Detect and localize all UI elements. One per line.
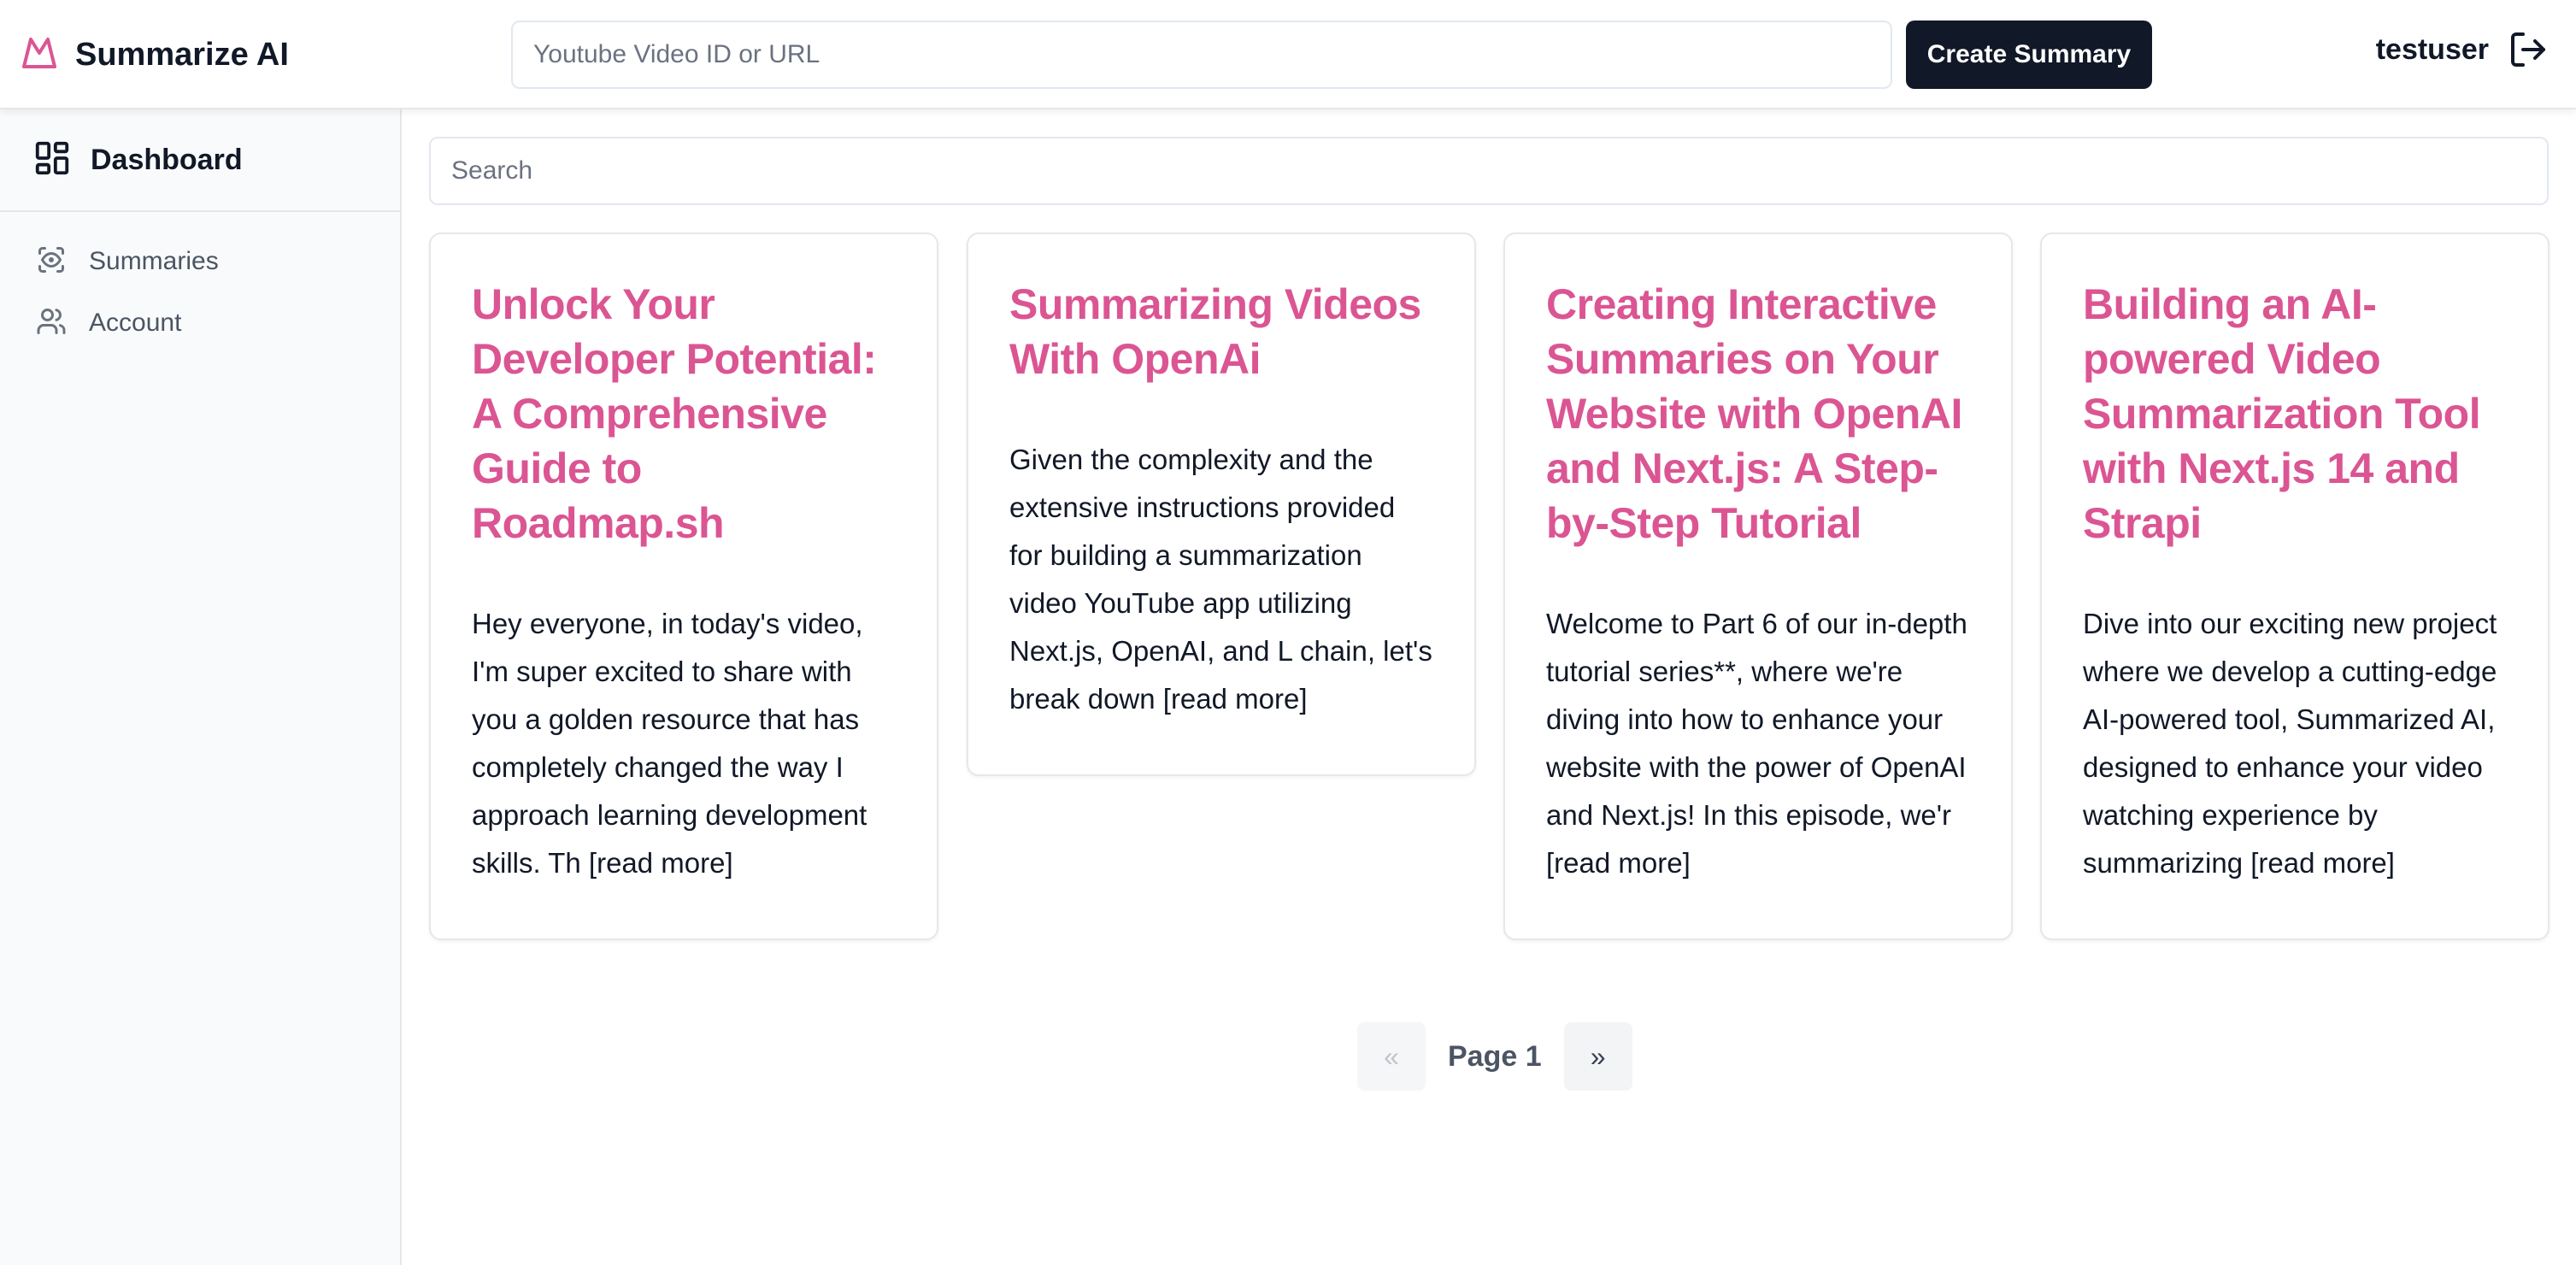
create-summary-button[interactable]: Create Summary <box>1906 21 2152 89</box>
username: testuser <box>2375 32 2489 66</box>
previous-page-button[interactable]: « <box>1357 1022 1426 1091</box>
eye-icon <box>36 244 67 279</box>
summary-card-description: Hey everyone, in today's video, I'm supe… <box>472 608 867 879</box>
summary-card-title: Building an AI-powered Video Summarizati… <box>2083 280 2481 547</box>
sidebar-item-label: Account <box>89 309 182 337</box>
sidebar-dashboard-link[interactable]: Dashboard <box>0 109 400 212</box>
summary-card-title: Summarizing Videos With OpenAi <box>1009 280 1421 383</box>
top-header: Summarize AI Create Summary testuser <box>0 0 2576 109</box>
mountain-logo-icon <box>19 32 60 78</box>
summary-card-title: Unlock Your Developer Potential: A Compr… <box>472 280 877 547</box>
brand-logo-link[interactable]: Summarize AI <box>19 31 289 79</box>
summary-card[interactable]: Creating Interactive Summaries on Your W… <box>1503 232 2013 940</box>
summary-card[interactable]: Building an AI-powered Video Summarizati… <box>2040 232 2550 940</box>
logout-icon[interactable] <box>2506 27 2550 72</box>
summary-card-title: Creating Interactive Summaries on Your W… <box>1546 280 1962 547</box>
sidebar-item-account[interactable]: Account <box>0 292 400 354</box>
summary-card-description: Given the complexity and the extensive i… <box>1009 444 1432 715</box>
youtube-url-input[interactable] <box>511 21 1892 89</box>
sidebar: Dashboard Summaries Account <box>0 109 402 1265</box>
page-indicator: Page 1 <box>1448 1039 1542 1073</box>
summary-card[interactable]: Unlock Your Developer Potential: A Compr… <box>429 232 938 940</box>
users-icon <box>36 306 67 341</box>
pagination: « Page 1 » <box>1357 1022 1632 1091</box>
summary-card-description: Welcome to Part 6 of our in-depth tutori… <box>1546 608 1967 879</box>
brand-name: Summarize AI <box>75 36 289 73</box>
summary-search-input[interactable] <box>429 137 2549 205</box>
sidebar-title: Dashboard <box>91 143 243 176</box>
summary-card-description: Dive into our exciting new project where… <box>2083 608 2497 879</box>
next-page-button[interactable]: » <box>1563 1022 1632 1091</box>
sidebar-item-label: Summaries <box>89 247 219 275</box>
sidebar-nav: Summaries Account <box>0 212 400 354</box>
user-menu: testuser <box>2376 26 2550 74</box>
layout-dashboard-icon <box>32 138 72 182</box>
summary-card[interactable]: Summarizing Videos With OpenAi Given the… <box>967 232 1476 776</box>
sidebar-item-summaries[interactable]: Summaries <box>0 231 400 292</box>
